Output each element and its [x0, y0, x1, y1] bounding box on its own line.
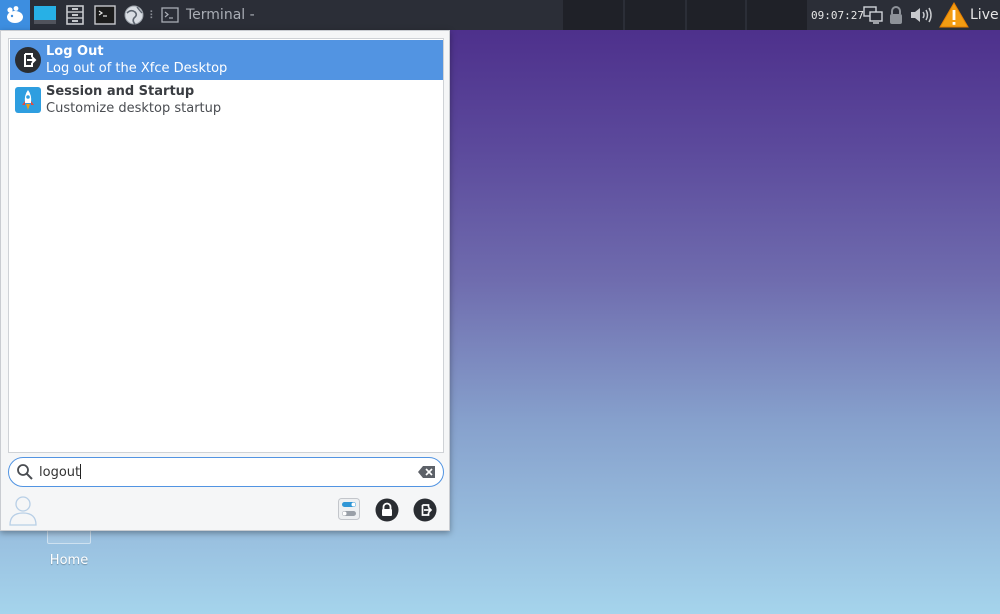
warning-icon: [939, 2, 969, 28]
search-value: logout: [39, 465, 81, 480]
workspace-2[interactable]: [625, 0, 685, 30]
desktop-icon: [34, 6, 56, 24]
warning-indicator[interactable]: [939, 0, 969, 30]
lock-indicator[interactable]: [886, 0, 906, 30]
live-session-label[interactable]: Live: [970, 0, 999, 30]
terminal-icon: [161, 7, 179, 23]
rocket-icon: [15, 87, 41, 113]
logout-icon: [413, 498, 437, 522]
result-name: Session and Startup: [46, 84, 195, 99]
search-results-list: Log Out Log out of the Xfce Desktop Sess…: [8, 38, 444, 453]
whisker-menu-button[interactable]: [0, 0, 30, 30]
workspace-1[interactable]: [563, 0, 623, 30]
globe-icon: [124, 5, 144, 25]
padlock-icon: [890, 6, 902, 24]
speaker-icon: [911, 7, 932, 23]
text-caret: [80, 464, 82, 479]
web-browser-launcher[interactable]: [122, 0, 146, 30]
result-description: Customize desktop startup: [46, 101, 222, 116]
terminal-launcher[interactable]: [93, 0, 117, 30]
lock-screen-button[interactable]: [374, 497, 400, 523]
panel-separator: ⠇: [148, 8, 158, 22]
taskbar-window-title[interactable]: Terminal -: [186, 0, 255, 30]
log-out-button[interactable]: [412, 497, 438, 523]
search-icon: [17, 464, 33, 480]
file-cabinet-icon: [66, 5, 84, 25]
xfce-mouse-icon: [7, 6, 23, 23]
taskbar-terminal-icon-wrap[interactable]: [160, 0, 180, 30]
search-input[interactable]: logout: [8, 457, 444, 487]
menu-footer: [1, 489, 449, 531]
terminal-icon: [94, 5, 116, 25]
whisker-menu: Log Out Log out of the Xfce Desktop Sess…: [0, 30, 450, 531]
clock[interactable]: 09:07:27: [811, 0, 864, 30]
show-desktop-button[interactable]: [32, 0, 58, 30]
volume-control[interactable]: [908, 0, 936, 30]
desktop-home-label: Home: [49, 553, 89, 568]
user-icon: [9, 496, 37, 526]
result-description: Log out of the Xfce Desktop: [46, 61, 228, 76]
settings-manager-button[interactable]: [337, 497, 361, 521]
toggle-switches-icon: [338, 498, 360, 520]
network-icon: [863, 6, 883, 24]
network-indicator[interactable]: [862, 0, 884, 30]
lock-icon: [375, 498, 399, 522]
clear-search-icon[interactable]: [418, 465, 436, 479]
logout-icon: [15, 47, 41, 73]
result-log-out[interactable]: Log Out Log out of the Xfce Desktop: [10, 40, 443, 80]
result-session-and-startup[interactable]: Session and Startup Customize desktop st…: [10, 80, 443, 120]
workspace-3[interactable]: [687, 0, 745, 30]
top-panel: ⠇ Terminal - 09:07:27 Live: [0, 0, 1000, 30]
user-avatar[interactable]: [7, 493, 39, 527]
result-name: Log Out: [46, 44, 104, 59]
file-manager-launcher[interactable]: [63, 0, 87, 30]
workspace-4[interactable]: [747, 0, 807, 30]
